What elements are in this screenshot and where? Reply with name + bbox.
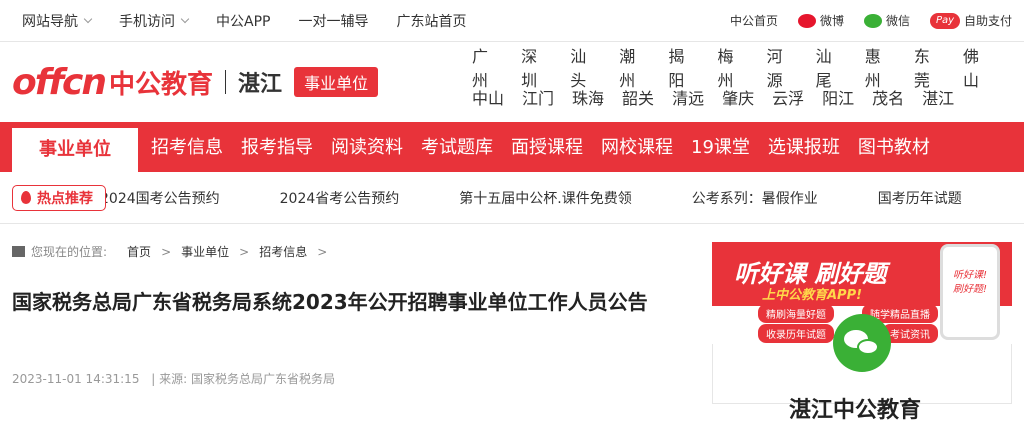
promo-pill: 收录历年试题 (758, 324, 834, 343)
city-link[interactable]: 江门 (522, 85, 554, 109)
top-bar: 网站导航 手机访问 中公APP 一对一辅导 广东站首页 中公首页 微博 微信 P… (0, 0, 1024, 42)
breadcrumb-separator: > (161, 244, 172, 259)
city-link[interactable]: 中山 (472, 85, 504, 109)
weibo-icon (797, 13, 816, 28)
article-meta: 2023-11-01 14:31:15 | 来源: 国家税务总局广东省税务局 (12, 370, 335, 387)
city-link[interactable]: 云浮 (772, 85, 804, 109)
phone-illustration: 听好课! 刷好题! (940, 244, 1000, 340)
city-link[interactable]: 湛江 (922, 85, 954, 109)
article-datetime: 2023-11-01 14:31:15 (12, 372, 140, 386)
hot-link[interactable]: 2024省考公告预约 (280, 188, 400, 208)
hot-recommend-label: 热点推荐 (37, 190, 93, 207)
offcn-home-link[interactable]: 中公首页 (730, 12, 778, 29)
self-pay-label: 自助支付 (963, 14, 1012, 28)
pay-icon: Pay (929, 12, 960, 29)
nav-tab-4[interactable]: 考试题库 (412, 122, 502, 172)
logo-divider (225, 70, 227, 94)
weibo-link[interactable]: 微博 (797, 12, 844, 29)
city-link[interactable]: 韶关 (622, 85, 654, 109)
hot-link[interactable]: 公考系列：暑假作业 (692, 188, 818, 208)
city-link[interactable]: 茂名 (872, 85, 904, 109)
phone-text: 听好课! 刷好题! (953, 270, 988, 295)
city-link[interactable]: 梅州 (717, 43, 748, 91)
article-source: | 来源: 国家税务总局广东省税务局 (151, 372, 335, 386)
breadcrumb: 您现在的位置: 首页 > 事业单位 > 招考信息 > (12, 243, 337, 260)
nav-tab-3[interactable]: 阅读资料 (322, 122, 412, 172)
chevron-down-icon (180, 14, 190, 23)
promo-subline: 上中公教育APP! (762, 288, 863, 303)
main-nav: 事业单位 招考信息 报考指导 阅读资料 考试题库 面授课程 网校课程 19课堂 选课报班 图书教材 (0, 122, 1024, 172)
nav-tab-1[interactable]: 招考信息 (142, 122, 232, 172)
weibo-label: 微博 (819, 14, 844, 28)
wechat-bubble (857, 339, 879, 355)
site-nav-menu[interactable]: 网站导航 (22, 11, 93, 31)
promo-pill: 精刷海量好题 (758, 304, 834, 323)
wechat-link[interactable]: 微信 (863, 12, 910, 29)
breadcrumb-separator: > (239, 244, 250, 259)
location-icon (12, 246, 25, 257)
breadcrumb-section[interactable]: 招考信息 (259, 243, 307, 260)
hot-recommend-badge: 热点推荐 (12, 184, 106, 211)
mobile-access-label: 手机访问 (119, 13, 175, 30)
nav-tab-7[interactable]: 19课堂 (682, 122, 759, 172)
flame-icon (21, 191, 31, 204)
city-link[interactable]: 深圳 (521, 43, 552, 91)
hot-link[interactable]: 第十五届中公杯.课件免费领 (459, 188, 631, 208)
branch-title: 湛江中公教育 (789, 398, 922, 423)
city-link[interactable]: 惠州 (865, 43, 896, 91)
wechat-icon (863, 13, 882, 28)
tutoring-link[interactable]: 一对一辅导 (298, 11, 368, 31)
city-link[interactable]: 东莞 (914, 43, 945, 91)
logo-offcn-text: offcn (12, 61, 107, 103)
nav-tab-0[interactable]: 事业单位 (12, 128, 138, 172)
site-header: offcn 中公教育 湛江 事业单位 广州 深圳 汕头 潮州 揭阳 梅州 河源 汕尾 惠州 东莞佛… (0, 42, 1024, 122)
logo-cn-text: 中公教育 (109, 69, 214, 100)
guangdong-home-link[interactable]: 广东站首页 (396, 11, 466, 31)
city-row: 广州 深圳 汕头 潮州 揭阳 梅州 河源 汕尾 惠州 东莞 佛山 (472, 47, 1012, 90)
article-title: 国家税务总局广东省税务局系统2023年公开招聘事业单位工作人员公告 (12, 290, 648, 314)
logo-city: 湛江 (238, 72, 283, 97)
nav-tab-6[interactable]: 网校课程 (592, 122, 682, 172)
site-nav-label: 网站导航 (22, 13, 78, 30)
city-link[interactable]: 河源 (767, 43, 798, 91)
chevron-down-icon (83, 14, 93, 23)
nav-tab-9[interactable]: 图书教材 (849, 122, 939, 172)
self-pay-link[interactable]: Pay 自助支付 (929, 12, 1012, 29)
hot-link[interactable]: 国考历年试题 (878, 188, 962, 208)
city-link[interactable]: 阳江 (822, 85, 854, 109)
hot-link[interactable]: 2024国考公告预约 (100, 188, 220, 208)
city-link[interactable]: 汕尾 (816, 43, 847, 91)
city-link[interactable]: 揭阳 (668, 43, 699, 91)
mobile-access-menu[interactable]: 手机访问 (119, 11, 190, 31)
city-link[interactable]: 佛山 (963, 43, 994, 91)
hot-recommend-bar: 热点推荐 2024国考公告预约 2024省考公告预约 第十五届中公杯.课件免费领 公考… (0, 172, 1024, 224)
app-link[interactable]: 中公APP (216, 11, 270, 31)
logo-category-tag: 事业单位 (294, 67, 379, 97)
logo[interactable]: offcn 中公教育 湛江 事业单位 (12, 61, 379, 103)
nav-tab-5[interactable]: 面授课程 (502, 122, 592, 172)
city-links: 广州 深圳 汕头 潮州 揭阳 梅州 河源 汕尾 惠州 东莞 佛山 中山 江门 珠海 韶关 清远 肇庆 云浮 阳江茂… (472, 47, 1012, 112)
breadcrumb-category[interactable]: 事业单位 (181, 243, 229, 260)
nav-tab-8[interactable]: 选课报班 (759, 122, 849, 172)
city-link[interactable]: 潮州 (619, 43, 650, 91)
city-link[interactable]: 珠海 (572, 85, 604, 109)
nav-tab-2[interactable]: 报考指导 (232, 122, 322, 172)
wechat-float-icon[interactable] (833, 314, 891, 372)
breadcrumb-separator: > (317, 244, 328, 259)
breadcrumb-home[interactable]: 首页 (127, 243, 151, 260)
city-link[interactable]: 清远 (672, 85, 704, 109)
city-link[interactable]: 肇庆 (722, 85, 754, 109)
hot-links: 2024国考公告预约 2024省考公告预约 第十五届中公杯.课件免费领 公考系列：暑假… (100, 188, 1022, 208)
city-link[interactable]: 汕头 (570, 43, 601, 91)
city-row: 中山 江门 珠海 韶关 清远 肇庆 云浮 阳江 茂名 湛江 (472, 82, 1012, 112)
breadcrumb-label: 您现在的位置: (31, 245, 108, 259)
wechat-label: 微信 (885, 14, 910, 28)
city-link[interactable]: 广州 (472, 43, 503, 91)
